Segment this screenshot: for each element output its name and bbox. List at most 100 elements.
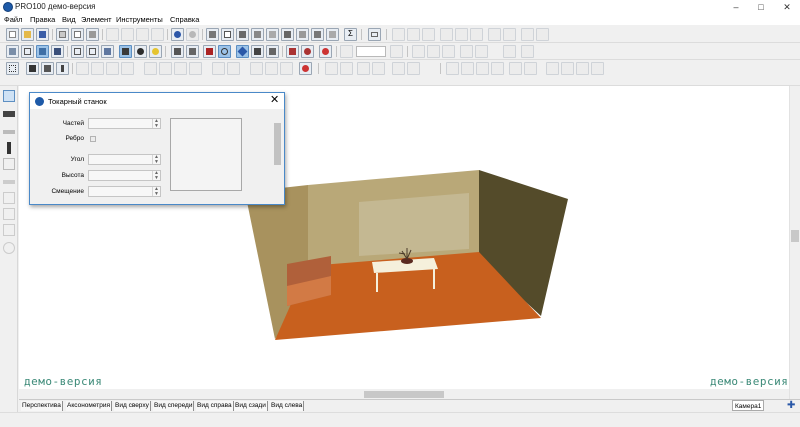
dimension-icon[interactable] [266, 45, 279, 58]
hide-icon[interactable] [280, 62, 293, 75]
paste-icon[interactable] [136, 28, 149, 41]
offset-stepper[interactable]: ▲ ▼ [88, 186, 161, 197]
eye-icon[interactable] [218, 45, 231, 58]
align-center-icon[interactable] [407, 28, 420, 41]
mirror-x-icon[interactable] [250, 62, 263, 75]
space-10-icon[interactable] [591, 62, 604, 75]
iso-view-icon[interactable] [101, 45, 114, 58]
redo-icon[interactable] [186, 28, 199, 41]
door-tool-icon[interactable] [3, 192, 15, 204]
align-3-icon[interactable] [357, 62, 370, 75]
measure-icon[interactable] [171, 45, 184, 58]
copy-element-icon[interactable] [174, 62, 187, 75]
pin-icon[interactable] [26, 62, 39, 75]
mirror-icon[interactable] [521, 28, 534, 41]
delete-icon[interactable] [151, 28, 164, 41]
snap-icon[interactable] [251, 45, 264, 58]
space-8-icon[interactable] [561, 62, 574, 75]
rotate-icon[interactable] [536, 28, 549, 41]
zoom-out-icon[interactable] [390, 45, 403, 58]
vertical-scrollbar[interactable] [789, 86, 800, 399]
camera-tab[interactable]: Камера1 [732, 400, 765, 411]
move-icon[interactable] [159, 62, 172, 75]
space-1-icon[interactable] [446, 62, 459, 75]
open-icon[interactable] [21, 28, 34, 41]
new-file-icon[interactable] [6, 28, 19, 41]
grid-view-icon[interactable] [311, 28, 324, 41]
offset-spin-arrows[interactable]: ▲ ▼ [152, 187, 160, 196]
minimize-button[interactable]: – [723, 0, 749, 14]
zoom-tool-icon[interactable] [3, 242, 15, 254]
handle-tool-icon[interactable] [3, 208, 15, 220]
undo-icon[interactable] [171, 28, 184, 41]
array-icon[interactable] [212, 62, 225, 75]
space-7-icon[interactable] [546, 62, 559, 75]
cube-icon[interactable] [6, 45, 19, 58]
zoom-field[interactable] [356, 46, 386, 57]
close-button[interactable]: ✕ [774, 0, 800, 14]
spread-h-icon[interactable] [460, 45, 473, 58]
rib-checkbox[interactable] [90, 136, 96, 142]
align-6-icon[interactable] [407, 62, 420, 75]
align-5-icon[interactable] [392, 62, 405, 75]
align-top-icon[interactable] [455, 28, 468, 41]
align-right-icon[interactable] [422, 28, 435, 41]
group-icon[interactable] [76, 62, 89, 75]
space-6-icon[interactable] [524, 62, 537, 75]
height-stepper[interactable]: ▲ ▼ [88, 170, 161, 181]
tab-right-view[interactable]: Вид справа [196, 401, 234, 411]
split-icon[interactable] [503, 45, 516, 58]
height-spin-arrows[interactable]: ▲ ▼ [152, 171, 160, 180]
parts-stepper[interactable]: ▲ ▼ [88, 118, 161, 129]
pointer-tool-icon[interactable] [3, 90, 15, 102]
space-5-icon[interactable] [509, 62, 522, 75]
tab-back-view[interactable]: Вид сзади [234, 401, 268, 411]
tab-front-view[interactable]: Вид спереди [153, 401, 195, 411]
space-4-icon[interactable] [491, 62, 504, 75]
rotate-left-icon[interactable] [144, 62, 157, 75]
cut-icon[interactable] [106, 28, 119, 41]
align-1-icon[interactable] [325, 62, 338, 75]
table-icon[interactable] [296, 28, 309, 41]
solid-view-icon[interactable] [36, 45, 49, 58]
menu-help[interactable]: Справка [170, 15, 199, 24]
material-icon[interactable] [134, 45, 147, 58]
move-left-icon[interactable] [412, 45, 425, 58]
ungroup-icon[interactable] [91, 62, 104, 75]
zoom-in-icon[interactable] [340, 45, 353, 58]
dialog-close-button[interactable]: ✕ [270, 95, 279, 106]
list-icon[interactable] [266, 28, 279, 41]
maximize-button[interactable]: □ [748, 0, 774, 14]
pencil-icon[interactable] [56, 62, 69, 75]
mirror-y-icon[interactable] [265, 62, 278, 75]
stop-icon[interactable] [299, 62, 312, 75]
tab-left-view[interactable]: Вид слева [270, 401, 305, 411]
add-camera-icon[interactable]: ✚ [787, 401, 796, 411]
properties-icon[interactable] [221, 28, 234, 41]
save-icon[interactable] [36, 28, 49, 41]
grid-icon[interactable] [6, 62, 19, 75]
join-icon[interactable] [521, 45, 534, 58]
print-icon[interactable] [86, 28, 99, 41]
menu-edit[interactable]: Правка [30, 15, 55, 24]
magnet-icon[interactable] [286, 45, 299, 58]
copy-icon[interactable] [121, 28, 134, 41]
side-view-icon[interactable] [86, 45, 99, 58]
space-9-icon[interactable] [576, 62, 589, 75]
align-left-icon[interactable] [392, 28, 405, 41]
distribute-icon[interactable] [440, 28, 453, 41]
texture-icon[interactable] [119, 45, 132, 58]
lock-icon[interactable] [106, 62, 119, 75]
wire-icon[interactable] [21, 45, 34, 58]
grid-toggle-icon[interactable] [203, 45, 216, 58]
tab-axonometry[interactable]: Аксонометрия [66, 401, 113, 411]
move-right-icon[interactable] [427, 45, 440, 58]
tab-perspective[interactable]: Перспектива [21, 401, 63, 411]
vertical-scroll-thumb[interactable] [791, 230, 799, 242]
flip-icon[interactable] [503, 28, 516, 41]
select-point-icon[interactable] [236, 45, 249, 58]
front-view-icon[interactable] [71, 45, 84, 58]
menu-view[interactable]: Вид [62, 15, 76, 24]
menu-file[interactable]: Файл [4, 15, 22, 24]
align-middle-icon[interactable] [470, 28, 483, 41]
